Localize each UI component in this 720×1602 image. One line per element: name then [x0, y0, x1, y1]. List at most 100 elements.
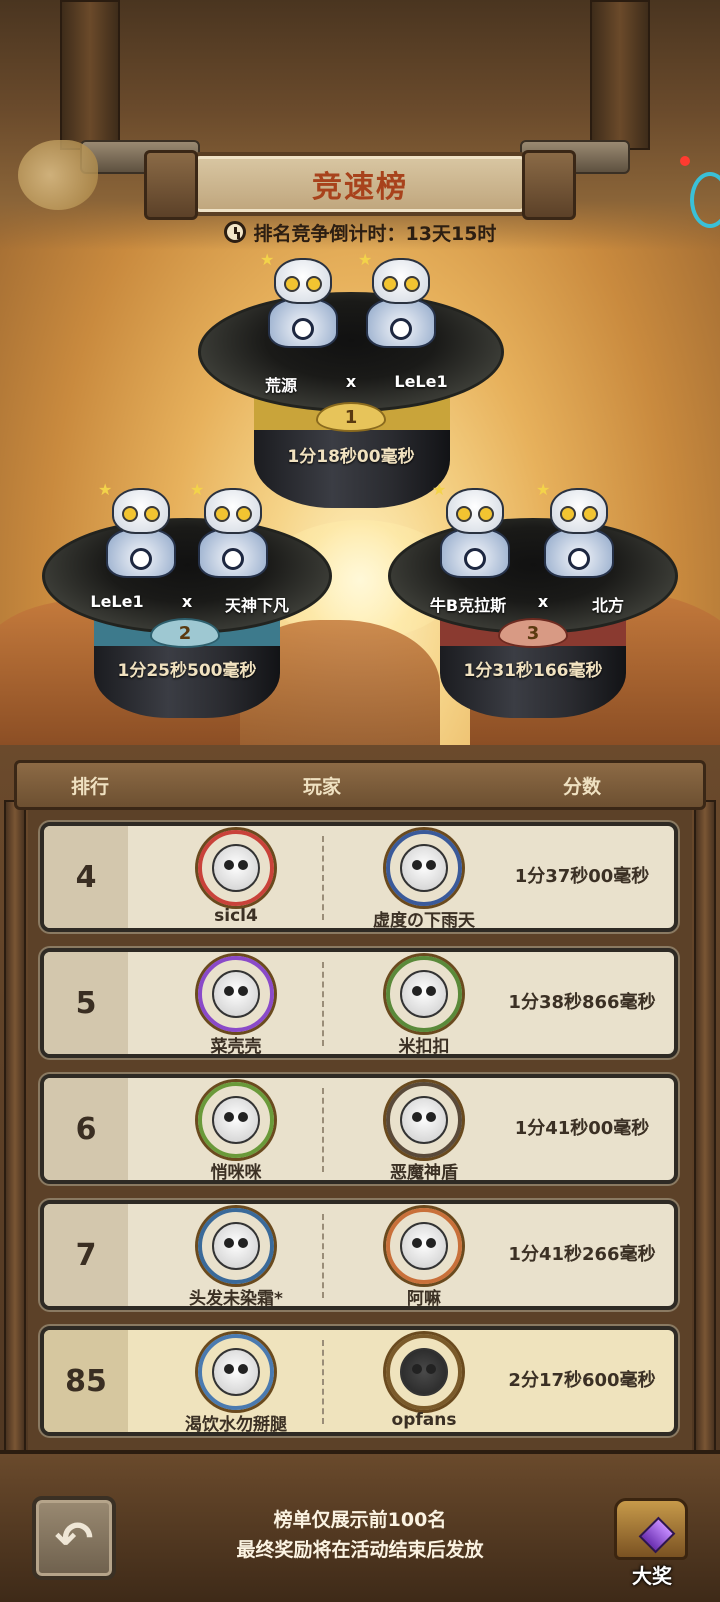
table-row[interactable]: 4 sicl4 虚度の下雨天 1分37秒00毫秒	[40, 822, 678, 932]
podium-names: 牛B克拉斯 x 北方	[388, 592, 678, 616]
row-divider	[322, 1214, 324, 1298]
hat-brim	[42, 518, 332, 634]
grand-prize-button[interactable]: 大奖	[606, 1494, 702, 1594]
title-plate: 竞速榜	[144, 150, 576, 220]
row-score: 2分17秒600毫秒	[508, 1370, 656, 1391]
left-rail	[60, 0, 120, 150]
prize-label: 大奖	[632, 1564, 672, 1588]
gem-icon	[638, 1516, 676, 1554]
row-rank: 4	[44, 826, 128, 928]
notification-dot	[680, 156, 690, 166]
player-name: 头发未染霜*	[189, 1289, 283, 1309]
player-name: opfans	[391, 1410, 457, 1430]
row-divider	[322, 1340, 324, 1424]
header-rank: 排行	[71, 775, 110, 798]
title-bracket-left	[144, 150, 198, 220]
robot-avatar: ★	[358, 250, 440, 350]
back-button[interactable]: ↶	[32, 1496, 116, 1580]
row-rank: 7	[44, 1204, 128, 1306]
speed-leaderboard-screen: 竞速榜 排名竞争倒计时：13天15时 ★ ★ 荒源 x LeLe1 1 1分18…	[0, 0, 720, 1602]
row-score: 1分38秒866毫秒	[508, 992, 656, 1013]
robot-avatar: ★	[190, 480, 272, 580]
row-score: 1分41秒00毫秒	[514, 1118, 650, 1139]
player-name: LeLe1	[394, 372, 448, 391]
table-row[interactable]: 7 头发未染霜* 阿嘛 1分41秒266毫秒	[40, 1200, 678, 1310]
crown-icon: ★	[536, 480, 551, 499]
player-avatar	[386, 830, 462, 906]
footer-notes: 榜单仅展示前100名 最终奖励将在活动结束后发放	[150, 1505, 570, 1565]
player-avatar	[198, 956, 274, 1032]
row-divider	[322, 962, 324, 1046]
table-row-self[interactable]: 85 渴饮水勿掰腿 opfans 2分17秒600毫秒	[40, 1326, 678, 1436]
player-name: 恶魔神盾	[390, 1163, 458, 1183]
crown-icon: ★	[358, 250, 373, 269]
player-avatar	[386, 1082, 462, 1158]
countdown: 排名竞争倒计时：13天15时	[190, 216, 530, 248]
back-arrow-icon: ↶	[54, 1511, 94, 1565]
table-header: 排行 玩家 分数	[14, 760, 706, 810]
row-player-2[interactable]: 米扣扣	[344, 954, 504, 1054]
row-divider	[322, 1088, 324, 1172]
clock-icon	[223, 221, 246, 243]
podium-rank-3[interactable]: ★ ★ 牛B克拉斯 x 北方 3 1分31秒166毫秒	[388, 480, 678, 718]
row-player-1[interactable]: 菜壳壳	[156, 954, 316, 1054]
rank-badge-gold: 1	[316, 402, 386, 432]
row-rank: 6	[44, 1078, 128, 1180]
player-name: LeLe1	[90, 592, 144, 611]
row-player-1[interactable]: 渴饮水勿掰腿	[156, 1332, 316, 1432]
player-name: 虚度の下雨天	[373, 911, 475, 931]
team-separator: x	[345, 372, 357, 391]
podium-time: 1分18秒00毫秒	[287, 447, 415, 467]
row-player-2[interactable]: 恶魔神盾	[344, 1080, 504, 1180]
treasure-chest-icon	[614, 1498, 688, 1560]
player-avatar	[198, 1082, 274, 1158]
crown-icon: ★	[432, 480, 447, 499]
player-name: 荒源	[264, 376, 297, 395]
robot-avatar: ★	[98, 480, 180, 580]
robot-avatar: ★	[260, 250, 342, 350]
player-avatar	[198, 830, 274, 906]
player-name: 悄咪咪	[210, 1163, 262, 1183]
player-name: 天神下凡	[224, 596, 289, 615]
note-top-100: 榜单仅展示前100名	[273, 1509, 447, 1531]
page-title: 竞速榜	[312, 170, 408, 205]
robot-avatar: ★	[536, 480, 618, 580]
crown-icon: ★	[260, 250, 275, 269]
row-player-1[interactable]: sicl4	[156, 828, 316, 928]
row-player-1[interactable]: 头发未染霜*	[156, 1206, 316, 1306]
rank-badge-bronze: 3	[498, 618, 568, 648]
podium-rank-2[interactable]: ★ ★ LeLe1 x 天神下凡 2 1分25秒500毫秒	[42, 480, 332, 718]
row-divider	[322, 836, 324, 920]
player-name: 米扣扣	[398, 1037, 450, 1057]
countdown-label: 排名竞争倒计时：13天15时	[253, 222, 497, 245]
title-bracket-right	[522, 150, 576, 220]
row-rank: 5	[44, 952, 128, 1054]
header-score: 分数	[563, 775, 602, 798]
row-player-2[interactable]: opfans	[344, 1332, 504, 1432]
team-separator: x	[181, 592, 193, 611]
right-post	[694, 800, 716, 1460]
bird-decoration	[18, 140, 98, 210]
row-score: 1分37秒00毫秒	[514, 866, 650, 887]
right-rail	[590, 0, 650, 150]
row-player-1[interactable]: 悄咪咪	[156, 1080, 316, 1180]
podium-names: 荒源 x LeLe1	[198, 372, 504, 396]
player-name: sicl4	[214, 906, 258, 926]
crown-icon: ★	[190, 480, 205, 499]
table-row[interactable]: 6 悄咪咪 恶魔神盾 1分41秒00毫秒	[40, 1074, 678, 1184]
table-row[interactable]: 5 菜壳壳 米扣扣 1分38秒866毫秒	[40, 948, 678, 1058]
row-rank: 85	[44, 1330, 128, 1432]
podium-rank-1[interactable]: ★ ★ 荒源 x LeLe1 1 1分18秒00毫秒	[198, 250, 504, 508]
hat-brim	[388, 518, 678, 634]
player-name: 阿嘛	[407, 1289, 441, 1309]
player-name: 北方	[591, 596, 624, 615]
rank-badge-silver: 2	[150, 618, 220, 648]
row-player-2[interactable]: 虚度の下雨天	[344, 828, 504, 928]
row-player-2[interactable]: 阿嘛	[344, 1206, 504, 1306]
podium-names: LeLe1 x 天神下凡	[42, 592, 332, 616]
player-name: 渴饮水勿掰腿	[185, 1415, 287, 1435]
team-separator: x	[537, 592, 549, 611]
player-avatar	[386, 956, 462, 1032]
header-player: 玩家	[303, 775, 342, 798]
robot-avatar: ★	[432, 480, 514, 580]
